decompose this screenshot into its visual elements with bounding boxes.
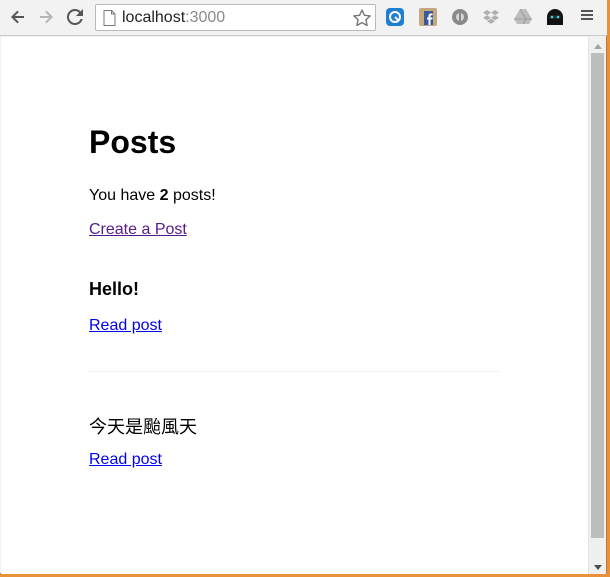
star-icon[interactable] xyxy=(352,8,372,33)
scroll-down-button[interactable] xyxy=(589,558,606,574)
posts-count-text: You have 2 posts! xyxy=(89,187,216,205)
back-arrow-icon xyxy=(10,9,26,25)
dropbox-icon[interactable] xyxy=(481,7,501,27)
reload-icon xyxy=(67,9,83,25)
back-button[interactable] xyxy=(7,6,29,28)
scroll-up-arrow-icon xyxy=(593,36,602,54)
chrome-menu-button[interactable] xyxy=(577,7,597,27)
scroll-thumb[interactable] xyxy=(591,53,604,538)
post-title: 今天是颱風天 xyxy=(89,417,197,438)
forward-arrow-icon xyxy=(38,9,54,25)
reload-button[interactable] xyxy=(64,6,86,28)
page-icon xyxy=(103,10,116,31)
forward-button[interactable] xyxy=(35,6,57,28)
browser-window: localhost:3000 Posts You have 2 posts! C… xyxy=(0,0,607,574)
extension-blue-icon[interactable] xyxy=(385,7,405,27)
url-port: :3000 xyxy=(185,9,226,26)
scroll-down-arrow-icon xyxy=(593,557,602,575)
ninja-extension-icon[interactable] xyxy=(545,7,565,27)
page-title: Posts xyxy=(89,124,177,160)
create-post-link[interactable]: Create a Post xyxy=(89,221,187,239)
read-post-link[interactable]: Read post xyxy=(89,451,162,469)
scroll-up-button[interactable] xyxy=(589,37,606,53)
drive-icon[interactable] xyxy=(513,7,533,27)
browser-toolbar: localhost:3000 xyxy=(0,0,607,36)
posts-count-value: 2 xyxy=(159,187,169,204)
address-bar[interactable]: localhost:3000 xyxy=(95,4,376,31)
extension-gray-circle-icon[interactable] xyxy=(450,7,470,27)
page-viewport: Posts You have 2 posts! Create a Post He… xyxy=(1,37,588,574)
count-suffix: posts! xyxy=(168,187,216,204)
post-divider xyxy=(89,371,499,372)
menu-icon xyxy=(579,7,595,28)
facebook-extension-icon[interactable] xyxy=(418,7,438,27)
post-title: Hello! xyxy=(89,279,140,299)
vertical-scrollbar[interactable] xyxy=(588,37,606,574)
url-text: localhost:3000 xyxy=(122,9,225,27)
url-host: localhost xyxy=(122,9,186,26)
read-post-link[interactable]: Read post xyxy=(89,317,162,335)
count-prefix: You have xyxy=(89,187,160,204)
